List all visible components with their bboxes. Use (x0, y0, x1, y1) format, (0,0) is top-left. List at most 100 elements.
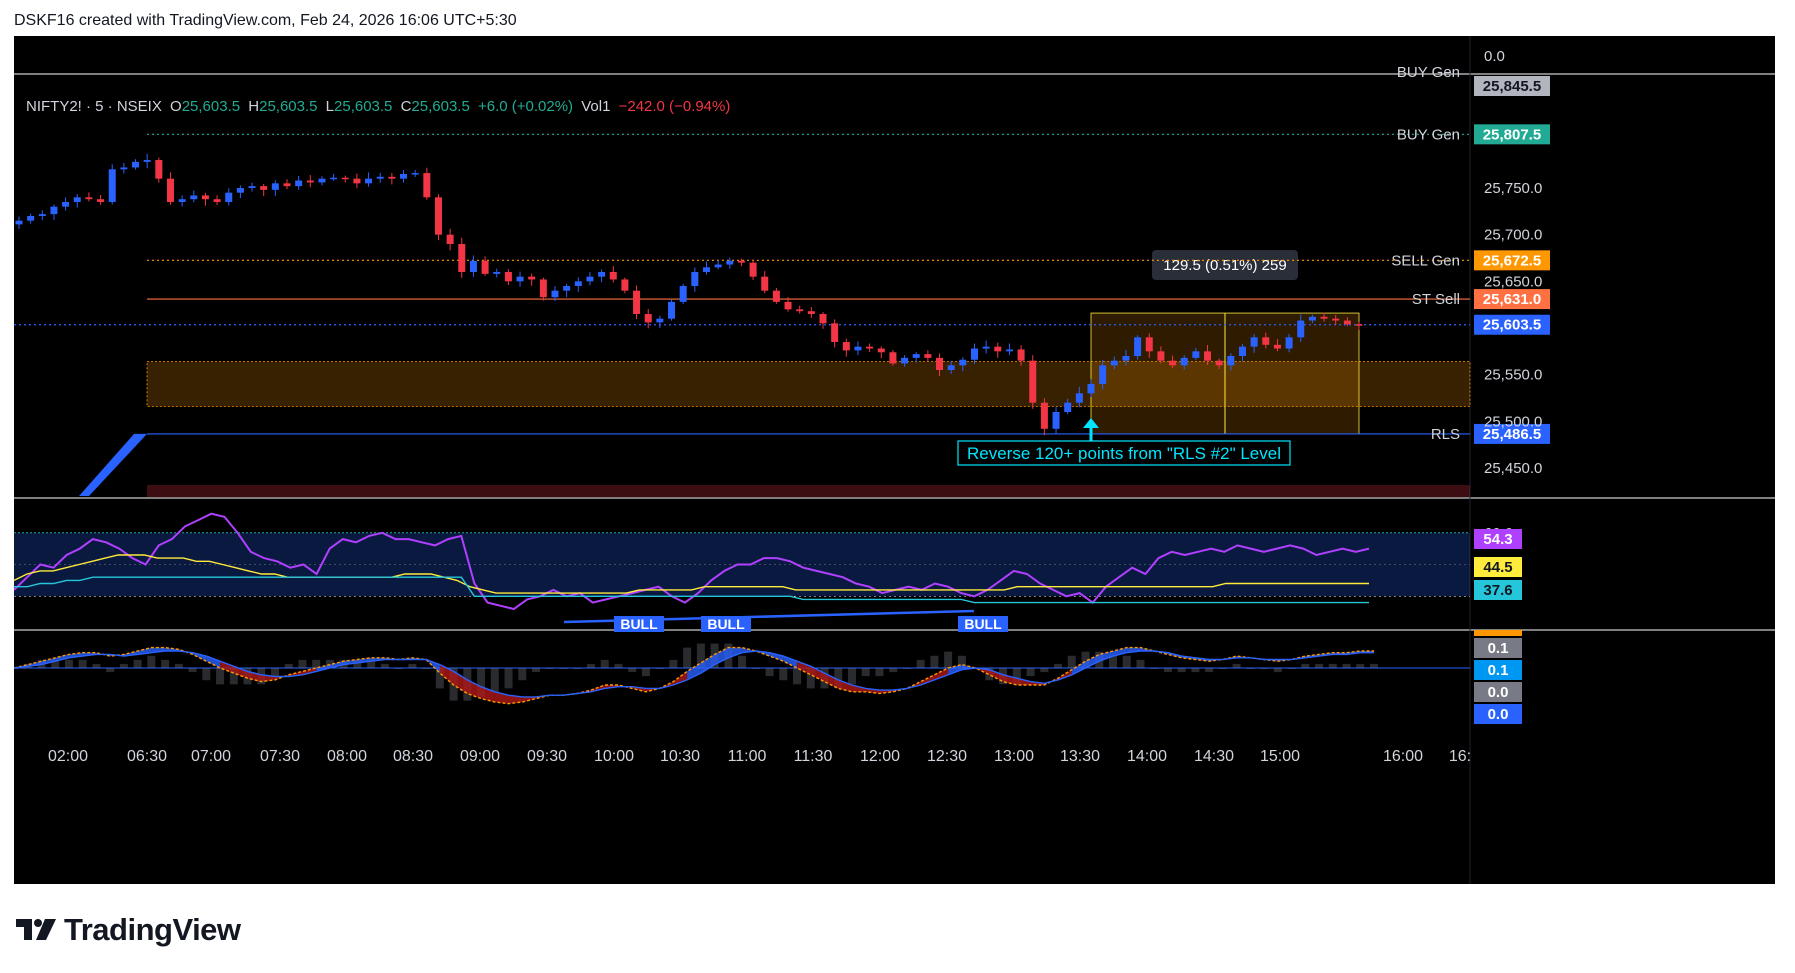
x-tick-5: 08:30 (393, 748, 433, 765)
macd-histogram-bar (1301, 663, 1310, 668)
candle-body (1273, 344, 1281, 349)
macd-histogram-bar (174, 663, 183, 668)
macd-histogram-bar (1205, 668, 1214, 673)
x-tick-3: 07:30 (260, 748, 300, 765)
candle-body (213, 199, 221, 202)
oscillator-badge-label-2: 37.6 (1483, 582, 1512, 599)
oscillator-badge-label-0: 54.3 (1483, 531, 1512, 548)
macd-histogram-bar (147, 655, 156, 668)
candle-body (551, 290, 559, 298)
candle-body (1145, 337, 1153, 352)
macd-histogram-bar (765, 668, 774, 677)
measure-label: 129.5 (0.51%) 259 (1163, 257, 1286, 274)
candle-body (388, 176, 396, 179)
macd-histogram-bar (902, 668, 911, 669)
legend-symbol[interactable]: NIFTY2! · 5 · NSEIX (26, 98, 162, 115)
bull-signal-label-1: BULL (707, 616, 745, 632)
macd-histogram-bar (298, 659, 307, 668)
candle-body (85, 197, 93, 200)
candle-body (1169, 360, 1177, 366)
level-name-0: BUY Gen (1397, 126, 1460, 143)
legend-volume-change: −242.0 (−0.94%) (618, 98, 731, 115)
macd-histogram-bar (573, 668, 582, 669)
candle-body (108, 169, 116, 202)
candle-body (947, 365, 955, 370)
candle-body (15, 220, 23, 225)
candle-body (295, 180, 303, 187)
x-tick-10: 11:00 (728, 748, 767, 765)
legend-low-label: L (325, 98, 335, 115)
x-tick-19: 16:00 (1383, 748, 1423, 765)
candle-body (1343, 320, 1351, 325)
legend-volume-label: Vol (581, 98, 603, 115)
macd-histogram-bar (271, 668, 280, 677)
tradingview-logo[interactable]: TradingView (14, 912, 241, 948)
macd-histogram-bar (655, 668, 664, 669)
macd-histogram-bar (600, 659, 609, 668)
candle-body (1122, 356, 1130, 361)
macd-histogram-bar (793, 668, 802, 685)
candle-body (749, 262, 757, 277)
candle-body (1285, 337, 1293, 349)
macd-badge-top (1474, 630, 1522, 636)
candle-body (341, 177, 349, 180)
candle-body (621, 279, 629, 291)
candle-body (330, 177, 338, 180)
macd-fill-segment (1058, 669, 1072, 680)
candle-body (970, 348, 978, 360)
candle-body (504, 272, 512, 282)
candle-body (1180, 357, 1188, 366)
candle-body (271, 183, 279, 190)
resistance-band (147, 485, 1470, 497)
chart-canvas[interactable]: 129.5 (0.51%) 259 BUY Gen SELL Gen ST Sell R… (14, 36, 1775, 884)
candle-body (912, 354, 920, 358)
candle-body (306, 180, 314, 183)
candle-body (423, 173, 431, 198)
candle-body (889, 352, 897, 364)
annotation-text: Reverse 120+ points from "RLS #2" Level (967, 444, 1281, 463)
legend-open: 25,603.5 (181, 98, 241, 115)
macd-histogram-bar (1150, 668, 1159, 669)
macd-histogram-bar (106, 668, 115, 673)
x-tick-4: 08:00 (327, 748, 367, 765)
candle-body (1204, 351, 1212, 361)
macd-histogram-bar (518, 668, 527, 681)
macd-histogram-bar (1026, 668, 1035, 677)
tradingview-logo-icon (16, 919, 56, 940)
macd-histogram-bar (930, 655, 939, 668)
macd-histogram-bar (1136, 659, 1145, 668)
x-tick-14: 13:00 (994, 748, 1034, 765)
chart-caption: DSKF16 created with TradingView.com, Feb… (14, 12, 517, 29)
x-tick-20: 16: (1449, 748, 1471, 765)
candle-body (481, 260, 489, 274)
level-name-1: SELL Gen (1391, 252, 1460, 269)
candle-body (924, 354, 932, 358)
oscillator-badge-label-1: 44.5 (1483, 559, 1512, 576)
macd-histogram-bar (1191, 668, 1200, 673)
chart-frame[interactable]: 129.5 (0.51%) 259 BUY Gen SELL Gen ST Sell R… (14, 36, 1775, 884)
tradingview-wordmark: TradingView (64, 912, 241, 947)
macd-histogram-bar (161, 659, 170, 668)
candle-body (1332, 318, 1340, 321)
x-tick-1: 06:30 (127, 748, 167, 765)
hidden-level-name: BUY Gen (1397, 64, 1460, 81)
macd-histogram-bar (683, 647, 692, 668)
macd-histogram-bar (738, 655, 747, 668)
candle-body (493, 272, 501, 274)
x-tick-8: 10:00 (594, 748, 634, 765)
x-tick-0: 02:00 (48, 748, 88, 765)
macd-histogram-bar (614, 663, 623, 668)
macd-histogram-bar (119, 663, 128, 668)
x-tick-13: 12:30 (927, 748, 967, 765)
macd-histogram-bar (64, 659, 73, 668)
candle-body (633, 290, 641, 314)
macd-badge-label-2: 0.0 (1488, 684, 1509, 701)
hidden-level-label: 25,845.5 (1483, 78, 1541, 95)
candle-body (819, 314, 827, 324)
candle-body (1005, 349, 1013, 352)
candle-body (1075, 393, 1083, 403)
candle-body (120, 167, 128, 170)
macd-histogram-bar (1356, 663, 1365, 668)
candle-body (365, 178, 373, 184)
legend-volume: 1 (602, 98, 611, 115)
